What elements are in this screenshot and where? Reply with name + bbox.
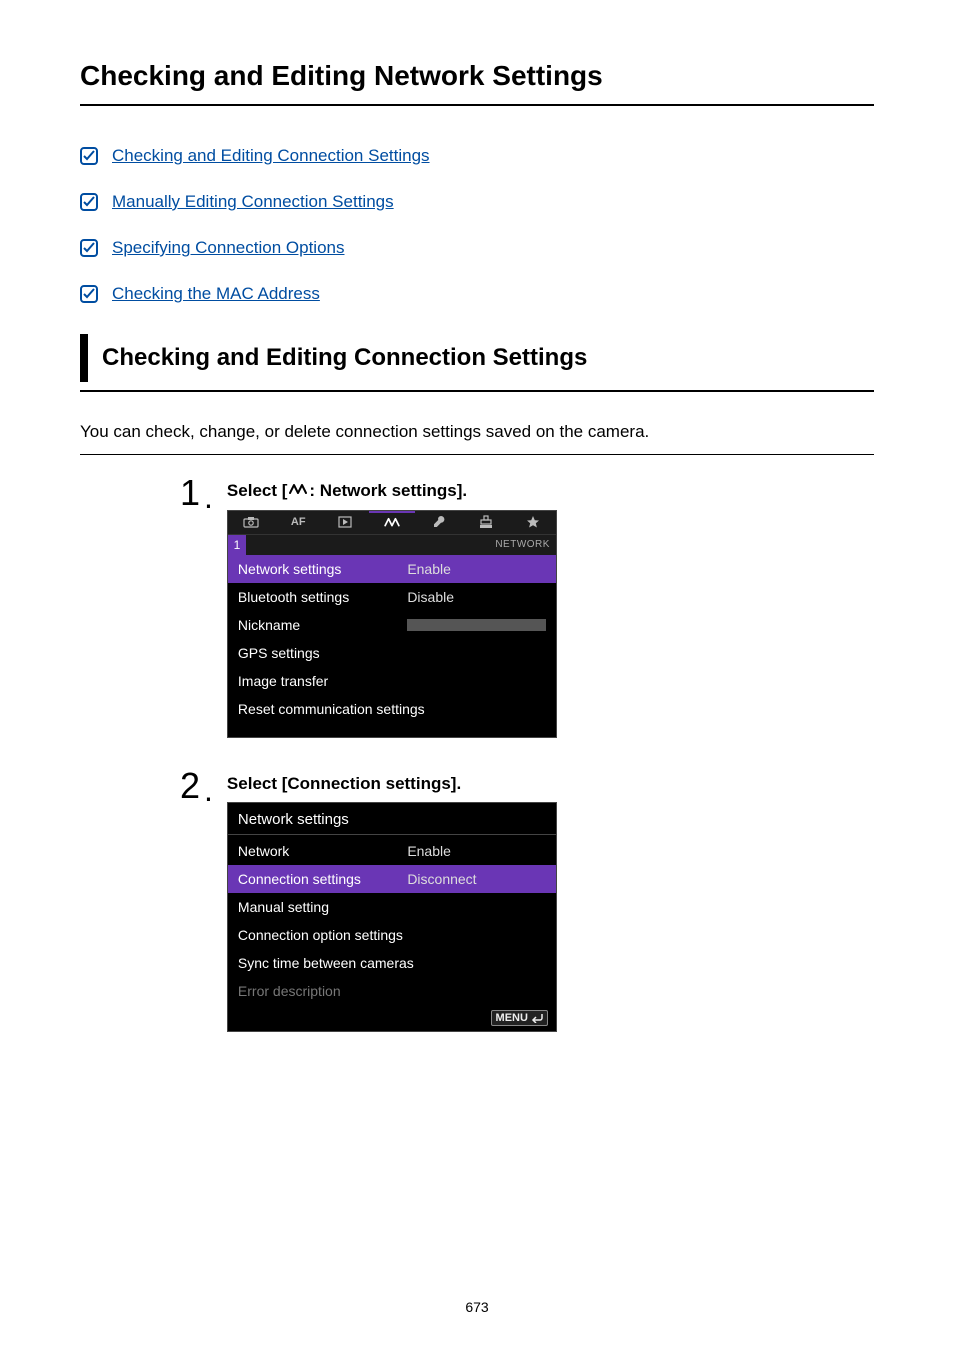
menu-label: Error description bbox=[238, 983, 407, 999]
custom-tab-icon bbox=[462, 511, 509, 534]
sub-tab-label: NETWORK bbox=[495, 539, 550, 550]
menu-value: Disconnect bbox=[407, 871, 546, 887]
menu-label: Connection option settings bbox=[238, 927, 546, 943]
step-1-suffix: : Network settings]. bbox=[309, 481, 467, 500]
menu-label: Manual setting bbox=[238, 899, 407, 915]
af-tab-icon: AF bbox=[275, 511, 322, 534]
step-1: 1 . Select [ : Network settings]. AF bbox=[180, 475, 874, 738]
steps-list: 1 . Select [ : Network settings]. AF bbox=[180, 475, 874, 1032]
checkbox-icon bbox=[80, 285, 98, 303]
star-tab-icon bbox=[509, 511, 556, 534]
return-arrow-icon bbox=[531, 1013, 543, 1023]
menu-value-masked bbox=[407, 619, 546, 631]
network-icon bbox=[289, 482, 307, 502]
menu-row-sync-time: Sync time between cameras bbox=[228, 949, 556, 977]
checkbox-icon bbox=[80, 147, 98, 165]
screen-footer: MENU bbox=[228, 1005, 556, 1031]
sub-tab-row: 1 NETWORK bbox=[228, 535, 556, 555]
title-rule bbox=[80, 104, 874, 106]
section-rule bbox=[80, 390, 874, 392]
toc-link-checking-editing-connection[interactable]: Checking and Editing Connection Settings bbox=[112, 146, 430, 166]
camera-tab-icon bbox=[228, 511, 275, 534]
step-2: 2 . Select [Connection settings]. Networ… bbox=[180, 768, 874, 1032]
step-dot: . bbox=[204, 774, 213, 806]
checkbox-icon bbox=[80, 193, 98, 211]
screen-divider bbox=[228, 834, 556, 835]
menu-value: Disable bbox=[407, 589, 546, 605]
menu-value: Enable bbox=[407, 843, 546, 859]
playback-tab-icon bbox=[322, 511, 369, 534]
menu-row-manual-setting: Manual setting bbox=[228, 893, 556, 921]
section-heading-block: Checking and Editing Connection Settings bbox=[80, 334, 874, 382]
toc-link-specifying-options[interactable]: Specifying Connection Options bbox=[112, 238, 344, 258]
step-number: 1 bbox=[180, 475, 200, 511]
menu-back-button: MENU bbox=[491, 1010, 548, 1026]
menu-row-network: Network Enable bbox=[228, 837, 556, 865]
menu-label: Image transfer bbox=[238, 673, 407, 689]
page-title: Checking and Editing Network Settings bbox=[80, 60, 874, 92]
menu-label: Network settings bbox=[238, 561, 407, 577]
menu-label: Nickname bbox=[238, 617, 407, 633]
toc: Checking and Editing Connection Settings… bbox=[80, 146, 874, 304]
step-2-text: Select [Connection settings]. bbox=[227, 774, 557, 794]
menu-row-gps: GPS settings bbox=[228, 639, 556, 667]
wrench-tab-icon bbox=[415, 511, 462, 534]
menu-row-network-settings: Network settings Enable bbox=[228, 555, 556, 583]
menu-row-reset: Reset communication settings bbox=[228, 695, 556, 723]
screen-title: Network settings bbox=[228, 803, 556, 834]
sub-tab-number: 1 bbox=[228, 535, 246, 555]
menu-label: Sync time between cameras bbox=[238, 955, 546, 971]
page-number: 673 bbox=[0, 1299, 954, 1315]
network-tab-icon bbox=[369, 511, 416, 534]
menu-row-connection-settings: Connection settings Disconnect bbox=[228, 865, 556, 893]
intro-text: You can check, change, or delete connect… bbox=[80, 422, 874, 442]
menu-label: Connection settings bbox=[238, 871, 407, 887]
step-1-prefix: Select [ bbox=[227, 481, 287, 500]
step-number: 2 bbox=[180, 768, 200, 804]
toc-link-manually-editing[interactable]: Manually Editing Connection Settings bbox=[112, 192, 394, 212]
toc-item: Checking the MAC Address bbox=[80, 284, 874, 304]
menu-label: Network bbox=[238, 843, 407, 859]
toc-link-mac-address[interactable]: Checking the MAC Address bbox=[112, 284, 320, 304]
toc-item: Manually Editing Connection Settings bbox=[80, 192, 874, 212]
section-heading: Checking and Editing Connection Settings bbox=[102, 344, 874, 372]
menu-button-label: MENU bbox=[496, 1012, 528, 1024]
menu-label: Bluetooth settings bbox=[238, 589, 407, 605]
menu-row-error-description: Error description bbox=[228, 977, 556, 1005]
camera-menu-screenshot-2: Network settings Network Enable Connecti… bbox=[227, 802, 557, 1032]
menu-value: Enable bbox=[407, 561, 546, 577]
menu-label: Reset communication settings bbox=[238, 701, 546, 717]
toc-item: Specifying Connection Options bbox=[80, 238, 874, 258]
menu-row-nickname: Nickname bbox=[228, 611, 556, 639]
camera-menu-screenshot-1: AF 1 NETWORK Network settings Enable bbox=[227, 510, 557, 738]
step-dot: . bbox=[204, 481, 213, 513]
menu-row-bluetooth: Bluetooth settings Disable bbox=[228, 583, 556, 611]
toc-item: Checking and Editing Connection Settings bbox=[80, 146, 874, 166]
menu-label: GPS settings bbox=[238, 645, 407, 661]
tab-row: AF bbox=[228, 511, 556, 535]
thin-rule bbox=[80, 454, 874, 455]
step-1-text: Select [ : Network settings]. bbox=[227, 481, 557, 502]
menu-row-connection-option: Connection option settings bbox=[228, 921, 556, 949]
menu-row-image-transfer: Image transfer bbox=[228, 667, 556, 695]
checkbox-icon bbox=[80, 239, 98, 257]
